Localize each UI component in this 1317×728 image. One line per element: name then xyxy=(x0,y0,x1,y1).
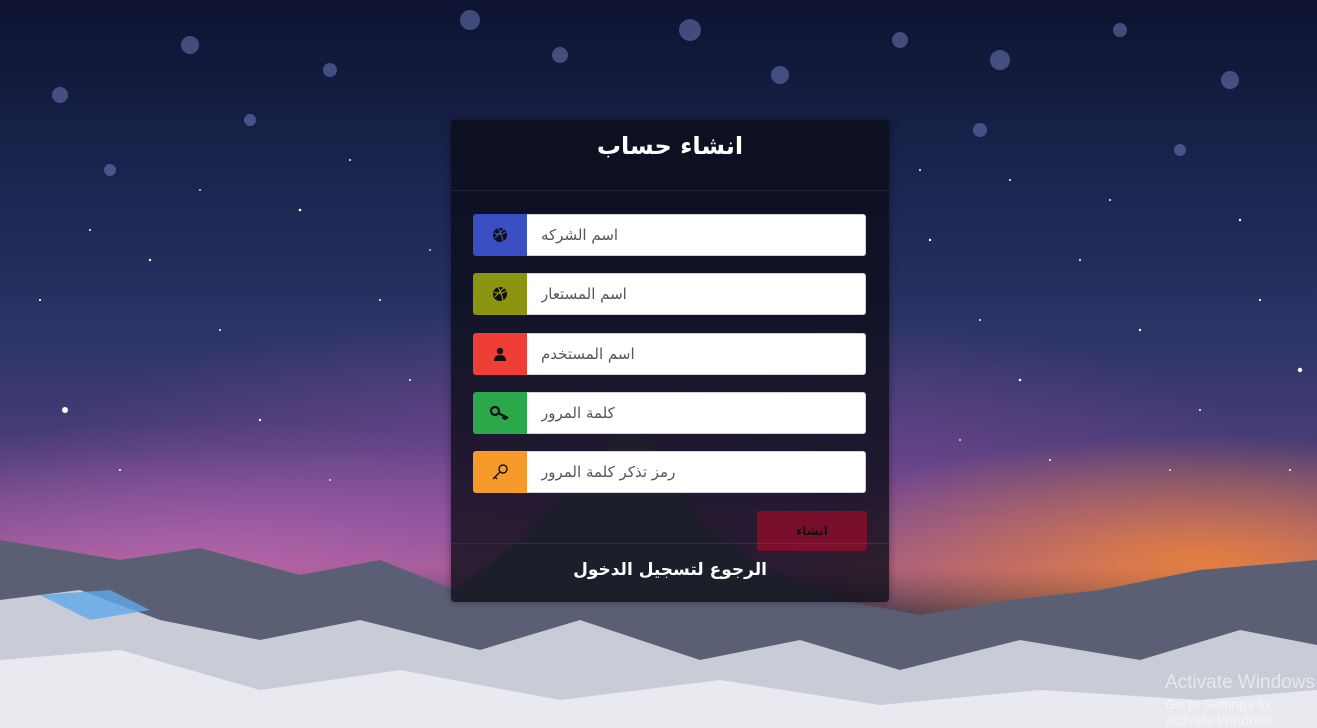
footer-divider xyxy=(451,543,889,544)
username-input[interactable] xyxy=(527,333,866,375)
nickname-input[interactable] xyxy=(527,273,866,315)
title-divider xyxy=(451,190,889,191)
watermark-line1: Activate Windows xyxy=(1165,672,1315,693)
create-account-button[interactable]: انشاء xyxy=(757,511,867,551)
user-icon xyxy=(473,333,527,375)
key-outline-icon xyxy=(473,451,527,493)
company-name-field xyxy=(473,214,866,256)
dribbble-icon xyxy=(473,214,527,256)
watermark-line2: Go to Settings to activate Windows. xyxy=(1165,696,1278,728)
username-field xyxy=(473,333,866,375)
key-icon xyxy=(473,392,527,434)
password-hint-input[interactable] xyxy=(527,451,866,493)
password-input[interactable] xyxy=(527,392,866,434)
nickname-field xyxy=(473,273,866,315)
company-name-input[interactable] xyxy=(527,214,866,256)
page-title: انشاء حساب xyxy=(596,132,744,160)
password-hint-field xyxy=(473,451,866,493)
password-field xyxy=(473,392,866,434)
dribbble-icon xyxy=(473,273,527,315)
windows-activation-watermark: Activate Windows Go to Settings to activ… xyxy=(1165,672,1317,728)
signup-panel: انشاء حساب انشاء الرجوع لتسجيل الدخول xyxy=(451,120,889,602)
back-to-login-link[interactable]: الرجوع لتسجيل الدخول xyxy=(451,560,889,580)
